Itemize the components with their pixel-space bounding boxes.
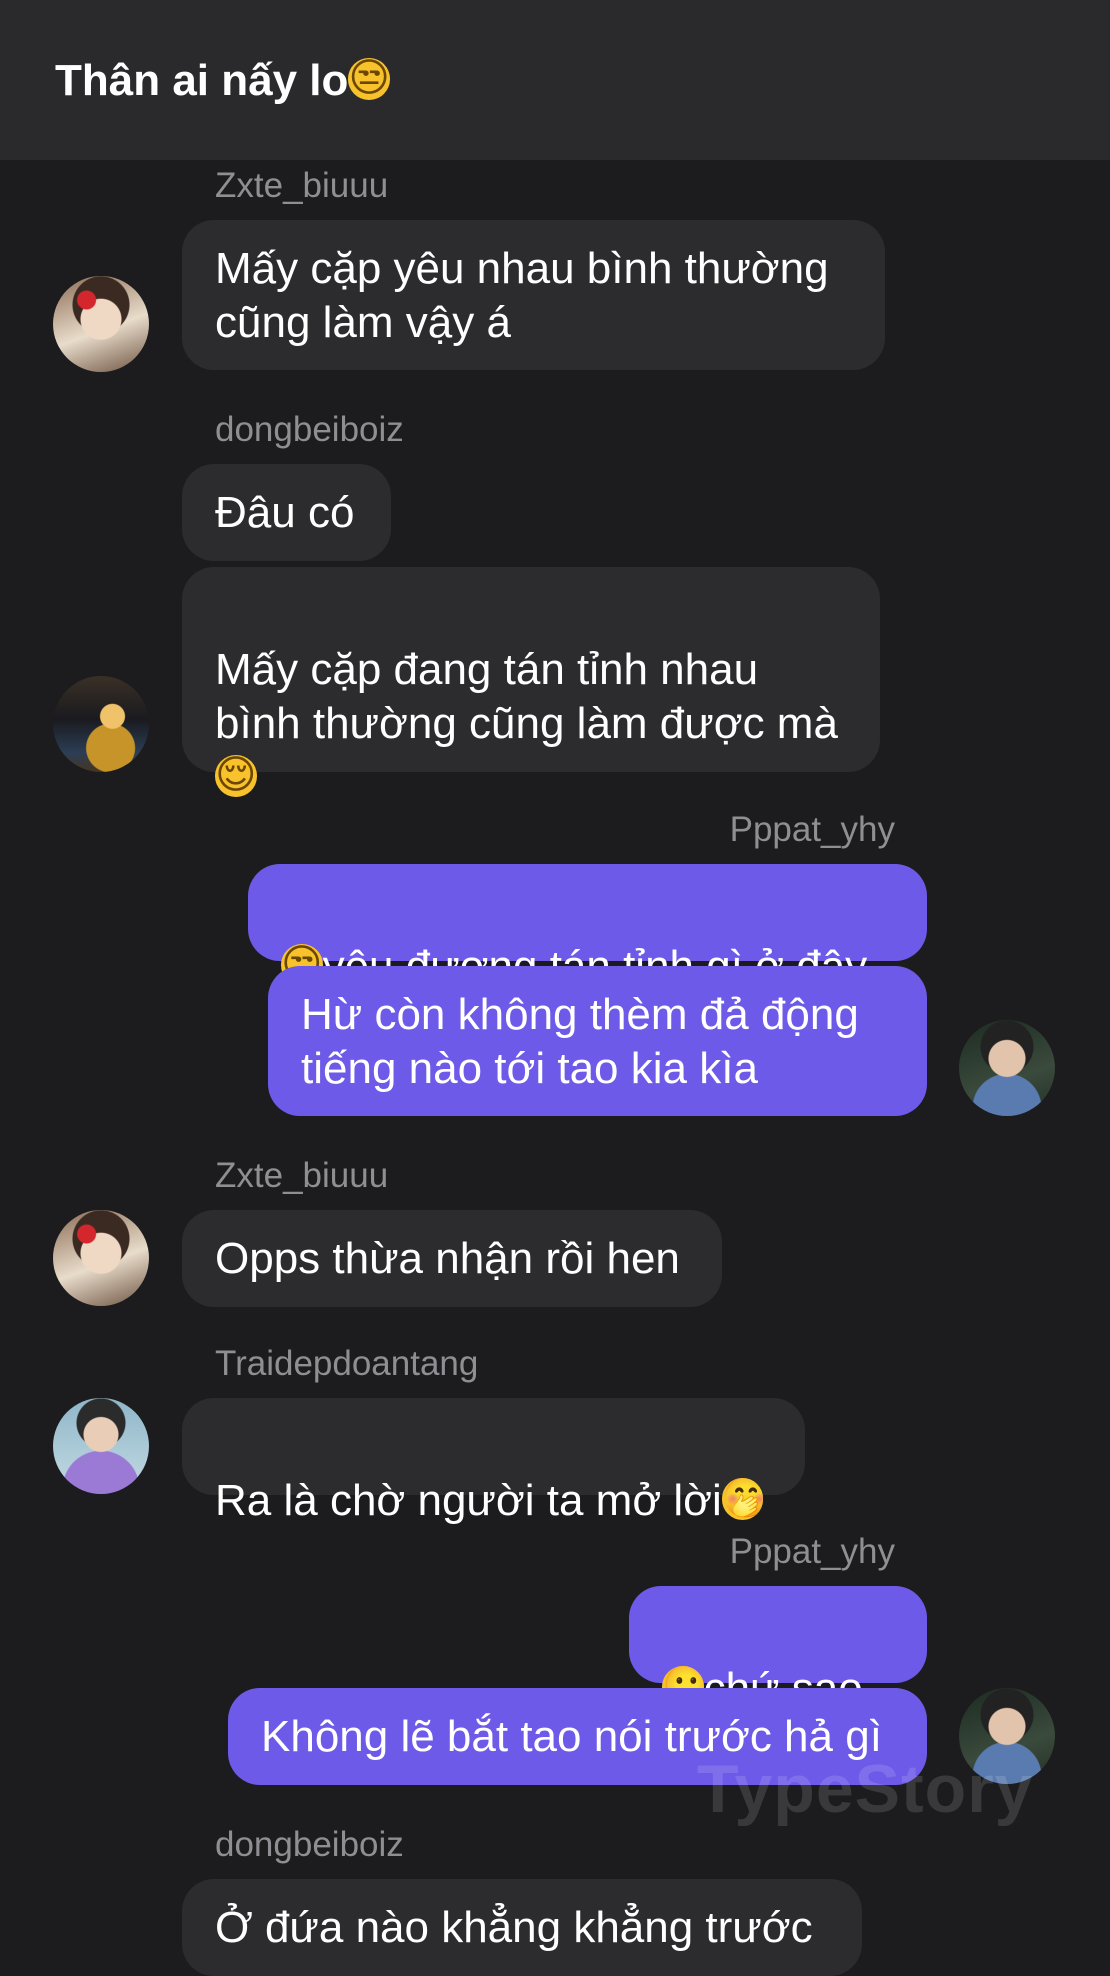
avatar-zxte-biuuu[interactable] — [53, 1210, 149, 1306]
sender-name: Traidepdoantang — [215, 1344, 479, 1383]
message-bubble[interactable]: Đâu có — [182, 464, 391, 561]
chat-header: Thân ai nấy lo😒 — [0, 0, 1110, 160]
sender-name: Pppat_yhy — [729, 1532, 895, 1571]
sender-name: Zxte_biuuu — [215, 1156, 389, 1195]
message-text: Ra là chờ người ta mở lời — [215, 1476, 722, 1525]
avatar-dongbeiboiz[interactable] — [53, 676, 149, 772]
message-bubble[interactable]: 🙂chứ sao — [629, 1586, 927, 1713]
message-bubble[interactable]: 😒yêu đương tán tỉnh gì ở đây — [248, 864, 927, 991]
relieved-face-icon: 😌 — [215, 755, 257, 797]
avatar-zxte-biuuu[interactable] — [53, 276, 149, 372]
chat-title-text: Thân ai nấy lo — [55, 56, 349, 105]
sender-name: dongbeiboiz — [215, 410, 404, 449]
avatar-pppat-yhy[interactable] — [959, 1020, 1055, 1116]
message-bubble[interactable]: Mấy cặp yêu nhau bình thường cũng làm vậ… — [182, 220, 885, 370]
unamused-face-icon: 😒 — [348, 58, 390, 100]
message-bubble[interactable]: Mấy cặp đang tán tỉnh nhau bình thường c… — [182, 567, 880, 797]
chat-title: Thân ai nấy lo😒 — [55, 54, 390, 108]
sender-name: Pppat_yhy — [729, 810, 895, 849]
message-bubble[interactable]: Ra là chờ người ta mở lời🤭 — [182, 1398, 805, 1525]
message-bubble[interactable]: Opps thừa nhận rồi hen — [182, 1210, 722, 1307]
sender-name: dongbeiboiz — [215, 1825, 404, 1864]
avatar-traidepdoantang[interactable] — [53, 1398, 149, 1494]
hand-over-mouth-icon: 🤭 — [721, 1478, 764, 1520]
message-bubble[interactable]: Hừ còn không thèm đả động tiếng nào tới … — [268, 966, 927, 1116]
message-bubble[interactable]: Ở đứa nào khẳng khẳng trước — [182, 1879, 862, 1976]
sender-name: Zxte_biuuu — [215, 166, 389, 205]
message-text: Mấy cặp đang tán tỉnh nhau bình thường c… — [215, 645, 838, 748]
typestory-watermark: TypeStory — [697, 1751, 1034, 1827]
